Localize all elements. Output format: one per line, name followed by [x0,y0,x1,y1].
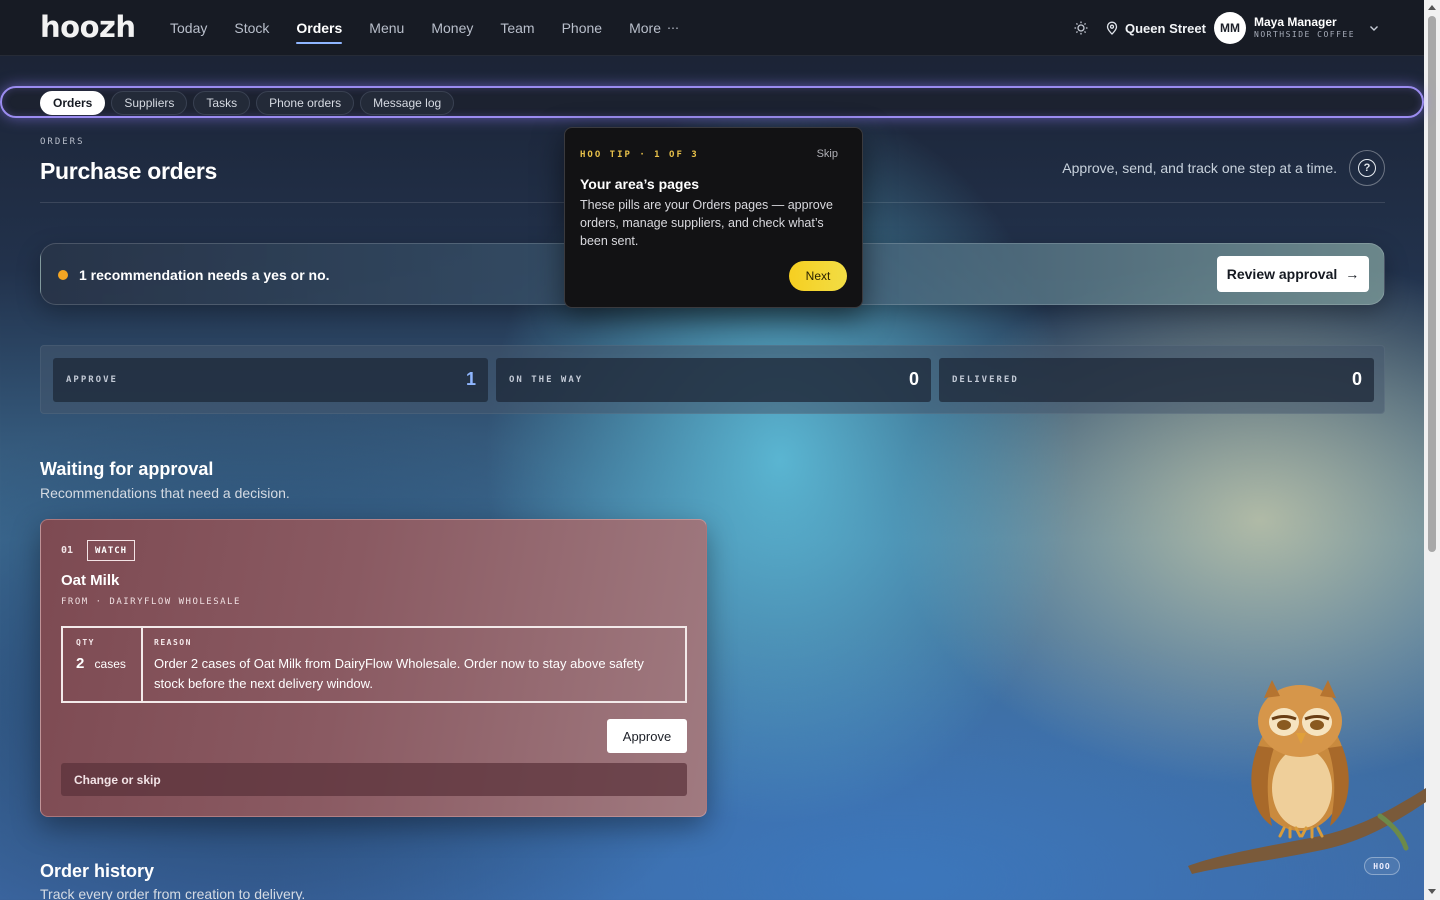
waiting-section-title: Waiting for approval [40,459,214,479]
stat-on-the-way[interactable]: ON THE WAY 0 [496,358,931,402]
owl-mascot-icon[interactable] [1180,676,1426,876]
card-title: Oat Milk [61,572,120,589]
stat-value: 1 [465,369,476,389]
tip-step-label: HOO TIP · 1 OF 3 [580,150,699,160]
location-label: Queen Street [1125,20,1206,36]
waiting-section-subtitle: Recommendations that need a decision. [40,485,290,501]
reason-column: REASON Order 2 cases of Oat Milk from Da… [143,628,685,701]
mascot-badge[interactable]: HOO [1364,857,1400,875]
top-nav-bar: hoozh Today Stock Orders Menu Money Team… [0,0,1424,56]
pill-suppliers[interactable]: Suppliers [111,91,188,115]
qty-value: 2 cases [76,655,141,672]
app-logo[interactable]: hoozh [40,10,136,44]
reason-label: REASON [154,638,192,647]
avatar[interactable]: MM [1214,12,1246,44]
nav-more-label: More [629,20,661,36]
banner-text: 1 recommendation needs a yes or no. [79,267,330,283]
stat-value: 0 [908,369,919,389]
stat-label: ON THE WAY [509,375,584,385]
nav-item-team[interactable]: Team [500,0,534,56]
nav-item-more[interactable]: More ⋯ [629,0,680,56]
scroll-thumb[interactable] [1428,16,1436,552]
tip-body: These pills are your Orders pages — appr… [580,198,833,248]
nav-item-orders[interactable]: Orders [296,0,342,56]
reason-text: Order 2 cases of Oat Milk from DairyFlow… [154,656,644,691]
scroll-up-arrow-icon[interactable] [1428,5,1436,10]
nav-item-stock[interactable]: Stock [234,0,269,56]
stat-label: APPROVE [66,375,118,385]
pill-phone-orders[interactable]: Phone orders [256,91,355,115]
pill-orders[interactable]: Orders [40,91,106,115]
recommendation-card: 01 WATCH Oat Milk FROM · DAIRYFLOW WHOLE… [40,519,707,817]
map-pin-icon [1106,21,1118,35]
nav-item-money[interactable]: Money [431,0,473,56]
status-badge: WATCH [87,540,136,561]
tip-next-button[interactable]: Next [789,261,847,291]
sun-icon[interactable] [1073,20,1089,36]
change-or-skip-button[interactable]: Change or skip [61,763,687,796]
subnav-bar: Orders Suppliers Tasks Phone orders Mess… [0,86,1424,118]
qty-unit: cases [94,657,126,671]
stat-label: DELIVERED [952,375,1019,385]
page-eyebrow: ORDERS [40,137,85,147]
more-dots-icon: ⋯ [666,21,680,35]
stat-approve[interactable]: APPROVE 1 [53,358,488,402]
help-button[interactable]: ? [1349,150,1385,186]
tip-title: Your area’s pages [580,176,700,192]
pill-message-log[interactable]: Message log [360,91,455,115]
qty-number: 2 [76,655,85,672]
page-scrollbar[interactable] [1424,0,1440,900]
nav-item-menu[interactable]: Menu [369,0,404,56]
nav-item-phone[interactable]: Phone [562,0,602,56]
nav-item-today[interactable]: Today [170,0,207,56]
page-title: Purchase orders [40,158,218,184]
review-approval-button[interactable]: Review approval → [1217,256,1369,292]
user-org: NORTHSIDE COFFEE [1254,30,1356,39]
stat-delivered[interactable]: DELIVERED 0 [939,358,1374,402]
onboarding-tooltip: HOO TIP · 1 OF 3 Skip Your area’s pages … [564,127,863,308]
arrow-right-icon: → [1345,266,1360,282]
scroll-down-arrow-icon[interactable] [1428,889,1436,894]
history-section-title: Order history [40,861,155,881]
help-icon: ? [1358,159,1376,177]
order-detail-box: QTY 2 cases REASON Order 2 cases of Oat … [61,626,687,703]
status-dot-icon [58,270,68,280]
page-subtitle: Approve, send, and track one step at a t… [1062,160,1337,176]
location-selector[interactable]: Queen Street [1105,18,1206,38]
main-nav: Today Stock Orders Menu Money Team Phone… [170,0,707,56]
history-section-subtitle: Track every order from creation to deliv… [40,886,306,900]
qty-label: QTY [76,638,95,647]
subnav-pills: Orders Suppliers Tasks Phone orders Mess… [40,91,460,115]
card-index: 01 [61,545,74,556]
approve-button[interactable]: Approve [607,719,687,753]
qty-column: QTY 2 cases [63,628,143,701]
user-menu[interactable]: Maya Manager NORTHSIDE COFFEE [1254,15,1355,41]
chevron-down-icon[interactable] [1368,22,1380,34]
review-approval-label: Review approval [1226,266,1338,282]
stat-value: 0 [1351,369,1362,389]
card-supplier: FROM · DAIRYFLOW WHOLESALE [61,597,241,607]
user-name: Maya Manager [1254,15,1337,29]
pill-tasks[interactable]: Tasks [193,91,251,115]
tip-skip-button[interactable]: Skip [817,148,838,160]
order-stats: APPROVE 1 ON THE WAY 0 DELIVERED 0 [40,345,1385,414]
